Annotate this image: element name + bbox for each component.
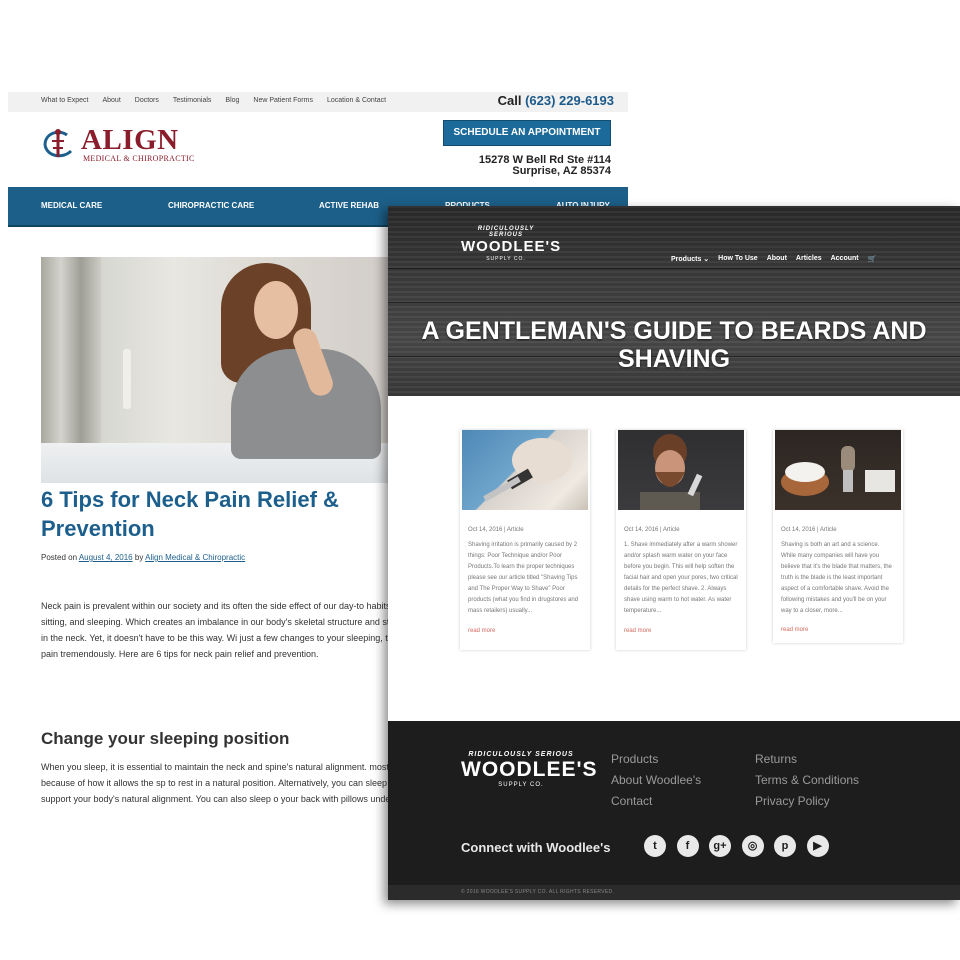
section-heading: Change your sleeping position — [41, 729, 290, 748]
post-meta: Posted on August 4, 2016 by Align Medica… — [41, 553, 245, 562]
wood-footer: RIDICULOUSLY SERIOUS WOODLEE'S SUPPLY CO… — [388, 721, 960, 900]
author-link[interactable]: Align Medical & Chiropractic — [145, 553, 245, 562]
hero-image-neck-pain — [41, 257, 421, 483]
lamp — [123, 349, 131, 409]
article-image-bearded-man[interactable] — [618, 430, 744, 510]
footer-link-returns[interactable]: Returns — [755, 749, 859, 770]
top-nav: What to Expect About Doctors Testimonial… — [41, 97, 400, 104]
article-meta: Oct 14, 2016 | Article — [624, 527, 680, 533]
pinterest-icon[interactable]: p — [774, 835, 796, 857]
logo-name: WOODLEE'S — [461, 238, 562, 255]
page-headline: A GENTLEMAN'S GUIDE TO BEARDS AND SHAVIN… — [421, 317, 927, 373]
nav-account[interactable]: Account — [831, 255, 859, 263]
topnav-testimonials[interactable]: Testimonials — [173, 97, 212, 104]
posted-on-label: Posted on — [41, 553, 78, 562]
footer-link-terms[interactable]: Terms & Conditions — [755, 770, 859, 791]
nav-chiropractic-care[interactable]: CHIROPRACTIC CARE — [168, 201, 254, 210]
phone-number[interactable]: (623) 229-6193 — [525, 93, 614, 108]
nav-about[interactable]: About — [767, 255, 787, 263]
footer-link-about[interactable]: About Woodlee's — [611, 770, 701, 791]
footer-logo[interactable]: RIDICULOUSLY SERIOUS WOODLEE'S SUPPLY CO… — [461, 751, 598, 788]
article-meta: Oct 14, 2016 | Article — [468, 527, 524, 533]
logo-supply: SUPPLY CO. — [486, 256, 526, 262]
woman-face — [254, 281, 298, 339]
footer-link-contact[interactable]: Contact — [611, 791, 701, 812]
read-more-link[interactable]: read more — [624, 628, 651, 634]
article-image-shaving-man[interactable] — [462, 430, 588, 510]
logo-arc-text: RIDICULOUSLY SERIOUS — [477, 226, 535, 238]
address-line-2: Surprise, AZ 85374 — [512, 165, 611, 177]
google-plus-icon[interactable]: g+ — [709, 835, 731, 857]
call-phone[interactable]: Call (623) 229-6193 — [498, 93, 614, 108]
nav-products[interactable]: Products ⌄ — [671, 255, 709, 263]
nav-active-rehab[interactable]: ACTIVE REHAB — [319, 201, 379, 210]
topnav-doctors[interactable]: Doctors — [135, 97, 159, 104]
address: 15278 W Bell Rd Ste #114 Surprise, AZ 85… — [479, 155, 611, 177]
post-title: 6 Tips for Neck Pain Relief & Prevention — [41, 487, 339, 541]
nav-how-to-use[interactable]: How To Use — [718, 255, 758, 263]
footer-links-col-1: Products About Woodlee's Contact — [611, 749, 701, 812]
copyright-text: © 2016 WOODLEE'S SUPPLY CO. ALL RIGHTS R… — [461, 889, 615, 895]
article-excerpt: Shaving is both an art and a science. Wh… — [781, 542, 892, 614]
article-excerpt: Shaving irritation is primarily caused b… — [468, 542, 579, 614]
align-logo[interactable]: ALIGN MEDICAL & CHIROPRACTIC — [41, 124, 194, 165]
bearded-man-icon — [640, 434, 703, 510]
topnav-what-to-expect[interactable]: What to Expect — [41, 97, 88, 104]
article-card[interactable]: Oct 14, 2016 | Article Shaving irritatio… — [460, 430, 590, 650]
nav-medical-care[interactable]: MEDICAL CARE — [41, 201, 102, 210]
facebook-icon[interactable]: f — [676, 835, 699, 857]
topnav-new-patient-forms[interactable]: New Patient Forms — [253, 97, 313, 104]
footer-links-col-2: Returns Terms & Conditions Privacy Polic… — [755, 749, 859, 812]
wood-header: RIDICULOUSLY SERIOUS WOODLEE'S SUPPLY CO… — [388, 206, 960, 396]
social-links: t f g+ ◎ p ▶ — [644, 835, 839, 857]
plank-seam — [388, 302, 960, 303]
youtube-icon[interactable]: ▶ — [806, 835, 829, 857]
footer-link-privacy[interactable]: Privacy Policy — [755, 791, 859, 812]
article-card[interactable]: Oct 14, 2016 | Article Shaving is both a… — [773, 430, 903, 643]
call-label: Call — [497, 93, 522, 108]
footer-logo-name: WOODLEE'S — [461, 758, 598, 781]
schedule-appointment-button[interactable]: SCHEDULE AN APPOINTMENT — [443, 120, 611, 146]
footer-logo-arc: RIDICULOUSLY SERIOUS — [468, 751, 574, 758]
read-more-link[interactable]: read more — [468, 628, 495, 634]
align-logo-subtitle: MEDICAL & CHIROPRACTIC — [83, 154, 195, 163]
spine-logo-icon — [43, 129, 73, 158]
article-image-shaving-kit[interactable] — [775, 430, 901, 510]
topnav-location-contact[interactable]: Location & Contact — [327, 97, 386, 104]
post-date-link[interactable]: August 4, 2016 — [79, 553, 133, 562]
article-card[interactable]: Oct 14, 2016 | Article 1. Shave immediat… — [616, 430, 746, 650]
read-more-link[interactable]: read more — [781, 627, 808, 633]
cart-icon[interactable]: 🛒 — [868, 255, 877, 263]
topnav-about[interactable]: About — [102, 97, 120, 104]
copyright-bar: © 2016 WOODLEE'S SUPPLY CO. ALL RIGHTS R… — [388, 885, 960, 900]
shaving-brush-icon — [781, 446, 895, 496]
align-logo-text: ALIGN — [81, 124, 179, 156]
footer-logo-supply: SUPPLY CO. — [498, 782, 544, 788]
wood-nav: Products ⌄ How To Use About Articles Acc… — [671, 255, 885, 263]
article-excerpt: 1. Shave immediately after a warm shower… — [624, 542, 738, 614]
nav-articles[interactable]: Articles — [796, 255, 822, 263]
instagram-icon[interactable]: ◎ — [741, 835, 764, 857]
twitter-icon[interactable]: t — [644, 835, 666, 857]
top-utility-bar: What to Expect About Doctors Testimonial… — [8, 92, 628, 112]
by-label: by — [134, 553, 144, 562]
woodlees-logo[interactable]: RIDICULOUSLY SERIOUS WOODLEE'S SUPPLY CO… — [461, 226, 562, 272]
footer-link-products[interactable]: Products — [611, 749, 701, 770]
razor-icon — [483, 438, 572, 502]
article-meta: Oct 14, 2016 | Article — [781, 527, 837, 533]
woodlees-website: RIDICULOUSLY SERIOUS WOODLEE'S SUPPLY CO… — [388, 206, 960, 900]
connect-heading: Connect with Woodlee's — [461, 840, 611, 855]
topnav-blog[interactable]: Blog — [225, 97, 239, 104]
